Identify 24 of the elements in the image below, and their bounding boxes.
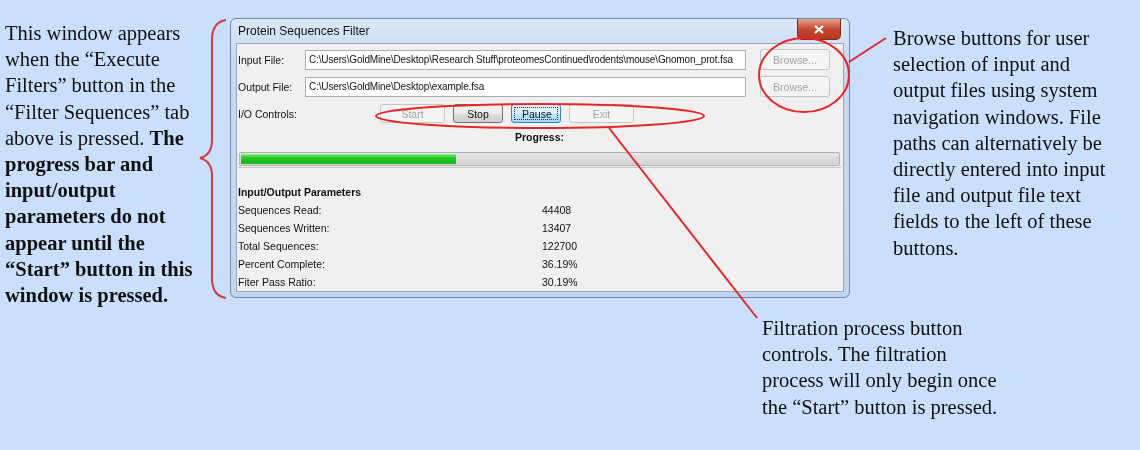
controls-label: I/O Controls: bbox=[238, 107, 298, 120]
parameter-value: 122700 bbox=[542, 239, 578, 254]
close-icon bbox=[814, 24, 824, 34]
path-field[interactable]: C:\Users\GoldMine\Desktop\Research Stuff\proteomesContinued\rodents\mouse\Gnomon_prot.fsa bbox=[305, 49, 746, 70]
window-title: Protein Sequences Filter bbox=[237, 24, 370, 38]
annotation-text: Browse buttons for user selection of input and output files using system navigation windows. File paths can alternatively be directly entered into input file and output file text fields to the left of these buttons. bbox=[893, 26, 1107, 261]
parameter-label: Percent Complete: bbox=[238, 258, 325, 270]
parameter-label: Sequences Written: bbox=[238, 222, 330, 234]
field-label: Output File: bbox=[238, 80, 294, 93]
annotation-text: This window appears when the “Execute Filters” button in the “Filter Sequences” tab above is pressed. The progress bar and input/output parameters do not appear until the “Start” button in this window is pressed. bbox=[5, 21, 193, 309]
parameter-label: Sequences Read: bbox=[238, 204, 322, 216]
leader-line bbox=[848, 37, 887, 63]
parameter-label: Total Sequences: bbox=[238, 240, 319, 252]
section-heading: Input/Output Parameters bbox=[238, 186, 362, 198]
parameter-value: 36.19% bbox=[542, 257, 578, 272]
progress-label: Progress: bbox=[514, 130, 565, 145]
parameter-label: Fiter Pass Ratio: bbox=[238, 276, 316, 288]
close-button[interactable] bbox=[797, 19, 841, 40]
parameter-value: 30.19% bbox=[542, 275, 578, 290]
parameter-value: 44408 bbox=[542, 203, 572, 218]
field-label: Input File: bbox=[238, 53, 286, 66]
parameter-value: 13407 bbox=[542, 221, 572, 236]
annotation-text: Filtration process button controls. The filtration process will only begin once the “Start” button is pressed. bbox=[762, 316, 999, 420]
path-field[interactable]: C:\Users\GoldMine\Desktop\example.fsa bbox=[305, 76, 746, 97]
